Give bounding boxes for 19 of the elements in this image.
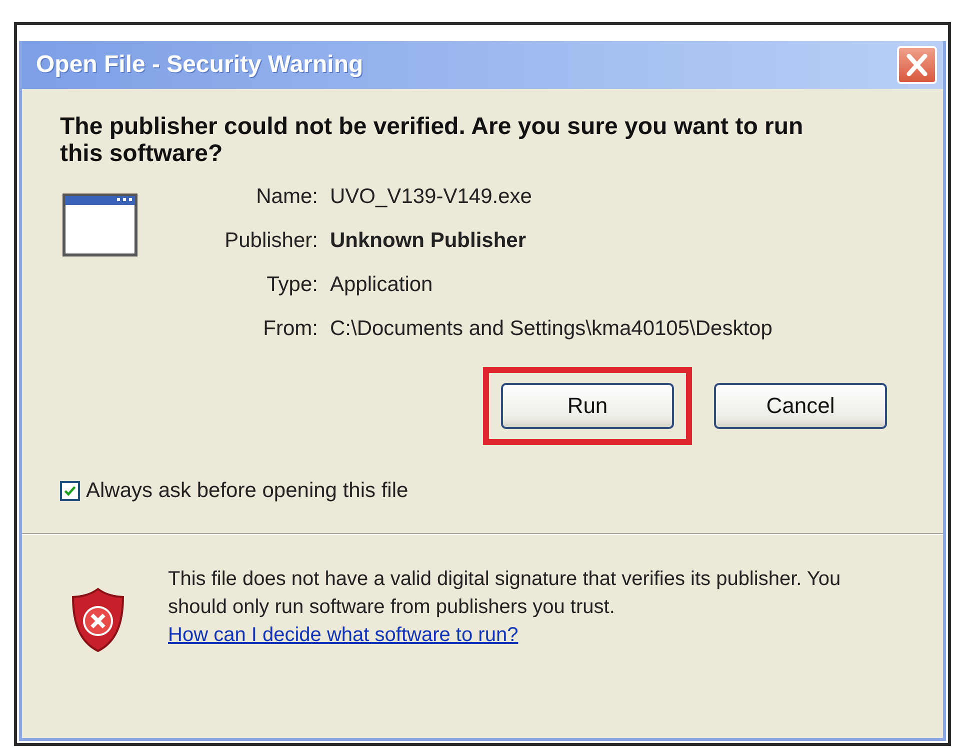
dialog-button[interactable]: Run	[501, 383, 674, 429]
field-label: Name:	[255, 185, 318, 209]
help-link[interactable]: How can I decide what software to run?	[168, 621, 518, 649]
field-label: Type:	[266, 273, 318, 297]
checkbox-label: Always ask before opening this file	[86, 479, 408, 503]
application-icon	[62, 193, 138, 257]
field-value: Application	[330, 273, 434, 297]
warning-heading: The publisher could not be verified. Are you sure you want to run this software?	[60, 113, 804, 167]
shield-icon	[70, 587, 126, 653]
warning-text: This file does not have a valid digital signature that verifies its publisher. You should only run software from publishers you trust. How can I decide what software to run?	[168, 565, 888, 653]
checkbox[interactable]	[60, 481, 80, 501]
field-value: Unknown Publisher	[330, 229, 528, 253]
close-icon[interactable]	[897, 46, 937, 84]
dialog-button[interactable]: Cancel	[714, 383, 887, 429]
field-value: C:\Documents and Settings\kma40105\Desktop	[330, 317, 772, 341]
field-label: Publisher:	[224, 229, 318, 253]
field-label: From:	[262, 317, 318, 341]
window-title: Open File - Security Warning	[36, 51, 364, 79]
field-value: UVO_V139-V149.exe	[330, 185, 533, 209]
